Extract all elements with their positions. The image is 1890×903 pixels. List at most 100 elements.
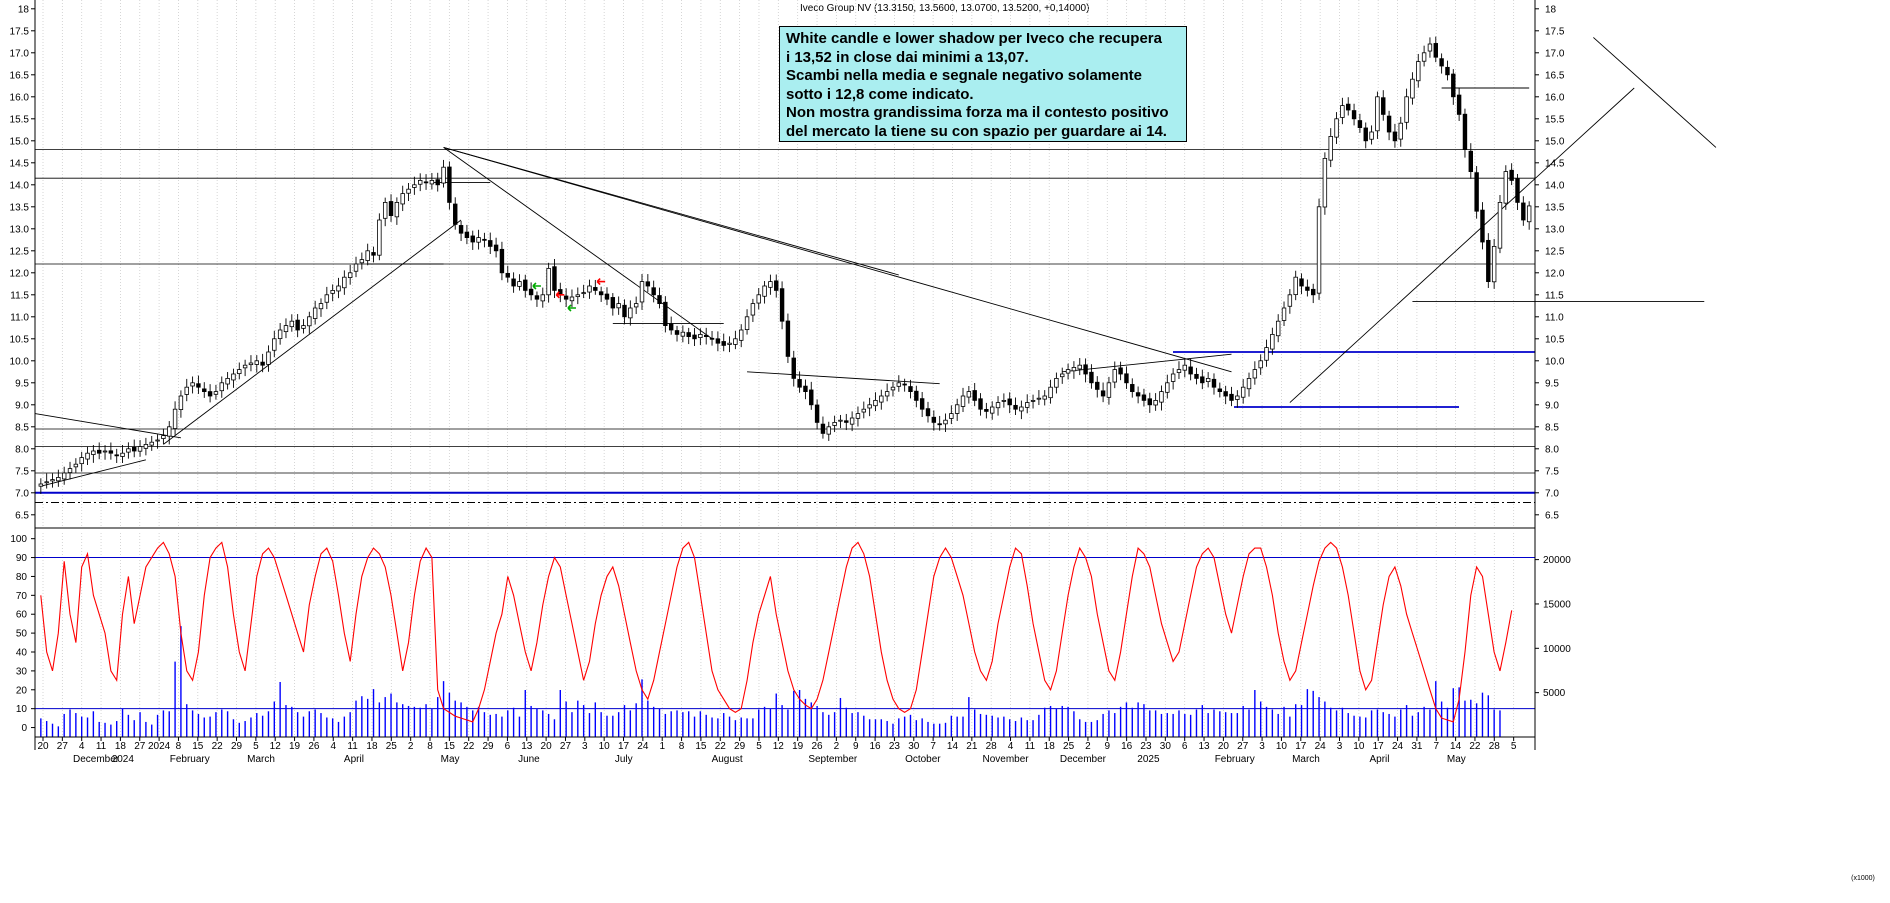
candle-body (283, 325, 289, 333)
candle-body (937, 423, 942, 426)
candle-body (593, 287, 598, 291)
candle-body (966, 391, 972, 398)
price-tick-label: 12.0 (10, 268, 30, 279)
candle-body (855, 413, 861, 419)
candle-body (1456, 94, 1462, 115)
candle-body (785, 320, 791, 357)
price-tick-label: 8.0 (1545, 444, 1559, 455)
candle-body (1316, 206, 1322, 294)
candle-body (418, 179, 423, 185)
price-tick-label: 12.5 (1545, 246, 1565, 257)
candle-body (1421, 52, 1427, 62)
candle-body (1019, 406, 1024, 412)
candle-body (1205, 377, 1211, 382)
day-tick-label: 4 (1008, 741, 1014, 752)
month-label: July (615, 754, 633, 765)
candle-body (260, 361, 265, 366)
candle-body (114, 454, 119, 457)
month-label: March (247, 754, 275, 765)
price-tick-label: 17.0 (10, 48, 30, 59)
candle-body (1311, 288, 1316, 296)
candle-body (132, 446, 137, 452)
day-tick-label: 24 (1392, 741, 1404, 752)
candle-body (1153, 399, 1158, 406)
candle-body (884, 391, 890, 397)
candle-body (1322, 157, 1328, 208)
candle-body (219, 382, 224, 392)
month-label: May (1447, 754, 1466, 765)
header-values: (13.3150, 13.5600, 13.0700, 13.5200, +0,… (874, 3, 1089, 14)
day-tick-label: 17 (1373, 741, 1385, 752)
day-tick-label: 22 (1469, 741, 1481, 752)
oscillator-tick-label: 60 (16, 610, 28, 621)
candle-body (1229, 393, 1234, 401)
day-tick-label: 31 (1411, 741, 1423, 752)
candle-body (1410, 78, 1415, 99)
day-tick-label: 8 (679, 741, 685, 752)
day-tick-label: 10 (1353, 741, 1365, 752)
price-tick-label: 7.5 (1545, 466, 1559, 477)
candle-body (949, 413, 954, 419)
candle-body (388, 201, 394, 216)
candle-body (686, 332, 691, 338)
day-tick-label: 30 (908, 741, 920, 752)
candle-body (254, 360, 259, 365)
candle-body (1135, 392, 1141, 397)
candle-body (1503, 171, 1509, 204)
oscillator-tick-label: 50 (16, 629, 28, 640)
month-label: August (712, 754, 743, 765)
candle-body (1509, 169, 1514, 181)
candle-body (1462, 113, 1468, 151)
candle-body (172, 408, 178, 429)
candle-body (1340, 105, 1345, 118)
annotation-line: Scambi nella media e segnale negativo so… (786, 67, 1142, 84)
volume-tick-label: 10000 (1543, 644, 1571, 655)
price-tick-label: 12.0 (1545, 268, 1565, 279)
day-tick-label: 12 (270, 741, 282, 752)
price-tick-label: 16.0 (1545, 92, 1565, 103)
price-tick-label: 13.0 (10, 224, 30, 235)
price-tick-label: 10.0 (10, 356, 30, 367)
annotation-line: sotto i 12,8 come indicato. (786, 85, 974, 103)
candle-body (1526, 205, 1532, 223)
candle-body (289, 320, 295, 328)
candle-body (1042, 395, 1047, 400)
candle-body (727, 342, 732, 345)
candle-body (1252, 369, 1258, 379)
day-tick-label: 20 (37, 741, 49, 752)
candle-body (202, 388, 207, 393)
candle-body (120, 452, 125, 457)
candle-body (797, 379, 802, 388)
candle-body (744, 316, 750, 331)
candle-body (1112, 369, 1117, 383)
candle-body (721, 341, 726, 346)
annotation-box: White candle e lower shadow per Iveco ch… (779, 26, 1187, 142)
day-tick-label: 3 (1337, 741, 1343, 752)
day-tick-label: 12 (773, 741, 785, 752)
candle-body (651, 287, 656, 296)
candle-body (231, 373, 236, 381)
candle-body (1100, 390, 1106, 397)
price-tick-label: 18 (1545, 4, 1557, 15)
candle-body (493, 244, 499, 252)
candle-body (552, 266, 557, 291)
candle-body (307, 316, 312, 327)
day-tick-label: 28 (1489, 741, 1501, 752)
day-tick-label: 25 (1063, 741, 1075, 752)
chart-header: Iveco Group NV (13.3150, 13.5600, 13.070… (800, 3, 1089, 14)
day-tick-label: 3 (1259, 741, 1265, 752)
month-label: September (808, 754, 858, 765)
month-label: December (1060, 754, 1107, 765)
candle-body (750, 303, 756, 316)
candle-body (400, 193, 405, 205)
day-tick-label: 6 (1182, 741, 1188, 752)
candle-body (1392, 131, 1398, 142)
price-tick-label: 8.5 (15, 422, 29, 433)
day-tick-label: 18 (115, 741, 127, 752)
candle-body (377, 219, 382, 256)
candle-body (984, 408, 989, 412)
candle-body (56, 476, 61, 482)
candle-body (774, 280, 779, 291)
candle-body (1433, 43, 1438, 58)
candle-body (1118, 367, 1123, 375)
